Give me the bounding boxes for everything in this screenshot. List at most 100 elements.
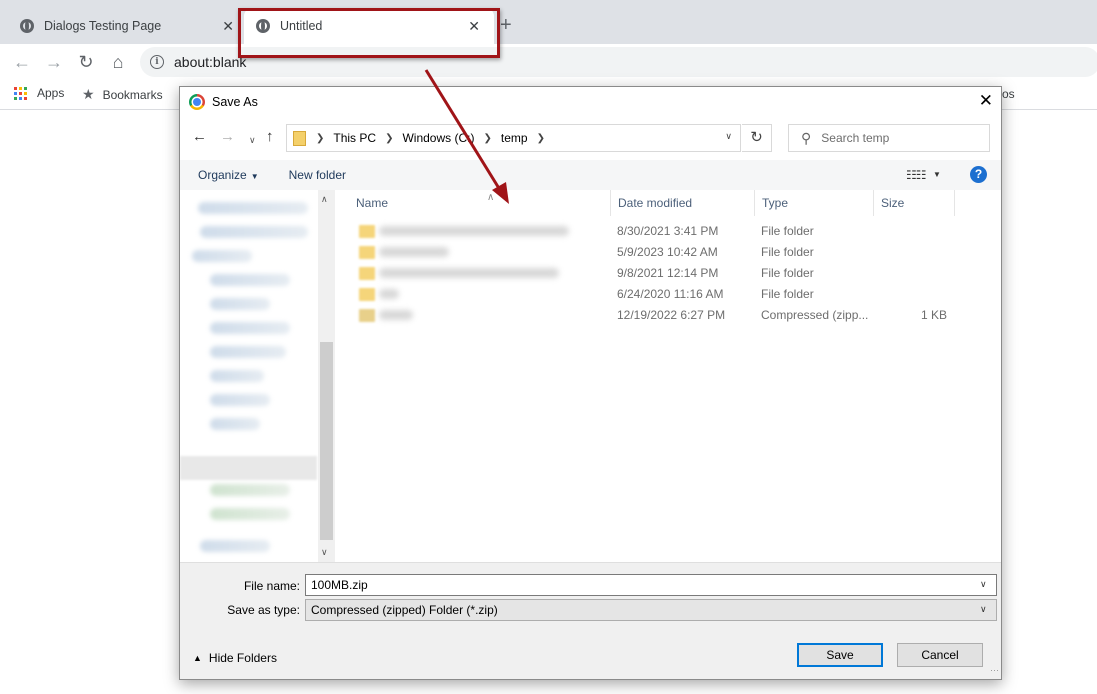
forward-arrow-icon[interactable]: →: [220, 128, 235, 146]
caret-up-icon: ▲: [193, 653, 202, 663]
file-list-pane[interactable]: Name ∧ Date modified Type Size 8/30/2021…: [337, 190, 1001, 562]
reload-icon[interactable]: ↻: [74, 50, 98, 74]
nav-item[interactable]: [210, 370, 264, 382]
file-name-input[interactable]: [305, 574, 997, 596]
file-row[interactable]: 6/24/2020 11:16 AM File folder: [349, 284, 955, 305]
nav-item[interactable]: [210, 274, 290, 286]
nav-item[interactable]: [198, 202, 308, 214]
tab-close-icon[interactable]: ✕: [222, 18, 234, 34]
nav-item[interactable]: [210, 418, 260, 430]
breadcrumb[interactable]: ❯ This PC ❯ Windows (C:) ❯ temp ❯ ∨: [286, 124, 741, 152]
apps-grid-dot: [24, 86, 27, 90]
breadcrumb-item[interactable]: This PC: [333, 131, 376, 145]
forward-arrow-icon[interactable]: →: [42, 50, 66, 74]
refresh-icon[interactable]: ↻: [742, 124, 772, 152]
column-label: Name: [356, 196, 389, 210]
column-header-size[interactable]: Size: [874, 190, 955, 216]
apps-grid-dot: [24, 96, 27, 100]
caret-down-icon: ▼: [250, 172, 259, 181]
recent-locations-chevron-icon[interactable]: ∨: [249, 131, 256, 149]
cancel-button[interactable]: Cancel: [897, 643, 983, 667]
nav-item-selected[interactable]: [180, 456, 317, 480]
nav-item[interactable]: [210, 298, 270, 310]
chevron-down-icon[interactable]: ∨: [725, 131, 732, 142]
dialog-bottom-area: File name: ∨ Save as type: Compressed (z…: [180, 562, 1001, 679]
bookmark-label: Apps: [37, 86, 65, 100]
chevron-right-icon[interactable]: ❯: [385, 133, 393, 144]
up-arrow-icon[interactable]: ↑: [266, 128, 274, 146]
file-row[interactable]: 8/30/2021 3:41 PM File folder: [349, 221, 955, 242]
nav-item[interactable]: [192, 250, 252, 262]
file-row[interactable]: 12/19/2022 6:27 PM Compressed (zipp... 1…: [349, 305, 955, 326]
chevron-down-icon[interactable]: ∨: [980, 604, 987, 615]
nav-item[interactable]: [200, 540, 270, 552]
save-type-select[interactable]: Compressed (zipped) Folder (*.zip): [305, 599, 997, 621]
breadcrumb-item[interactable]: Windows (C:): [402, 131, 474, 145]
new-tab-button[interactable]: +: [500, 14, 512, 36]
file-type: Compressed (zipp...: [761, 308, 869, 322]
column-header-date[interactable]: Date modified: [611, 190, 755, 216]
chevron-right-icon[interactable]: ❯: [316, 133, 324, 144]
breadcrumb-item[interactable]: temp: [501, 131, 528, 145]
column-header-name[interactable]: Name ∧: [349, 190, 611, 216]
bookmark-bookmarks[interactable]: ★ Bookmarks: [82, 86, 163, 103]
folder-icon: [359, 225, 375, 238]
back-arrow-icon[interactable]: ←: [192, 128, 207, 146]
file-row[interactable]: 5/9/2023 10:42 AM File folder: [349, 242, 955, 263]
tab-title: Dialogs Testing Page: [44, 19, 162, 33]
resize-grip-icon[interactable]: ⋯: [990, 665, 999, 676]
apps-grid-dot: [19, 91, 22, 95]
scroll-up-icon[interactable]: ∧: [321, 194, 328, 205]
nav-item[interactable]: [210, 508, 290, 520]
file-date: 5/9/2023 10:42 AM: [617, 245, 718, 259]
nav-item[interactable]: [200, 226, 308, 238]
scroll-down-icon[interactable]: ∨: [321, 547, 328, 558]
folder-icon: [359, 267, 375, 280]
column-headers: Name ∧ Date modified Type Size: [337, 190, 1001, 216]
caret-down-icon[interactable]: ▼: [933, 170, 941, 179]
chrome-logo-icon: [189, 94, 205, 110]
hide-folders-toggle[interactable]: ▲ Hide Folders: [193, 651, 277, 665]
apps-grid-dot: [14, 96, 17, 100]
chevron-down-icon[interactable]: ∨: [980, 579, 987, 590]
navigation-pane[interactable]: ∧ ∨: [180, 190, 335, 562]
dialog-address-row: ← → ∨ ↑ ❯ This PC ❯ Windows (C:) ❯ temp …: [180, 121, 1001, 155]
new-folder-button[interactable]: New folder: [289, 168, 346, 182]
file-name-redacted: [379, 310, 413, 320]
folder-icon: [359, 246, 375, 259]
scrollbar-thumb[interactable]: [320, 342, 333, 540]
tab-untitled[interactable]: Untitled ✕: [244, 8, 494, 44]
dialog-titlebar[interactable]: Save As ✕: [180, 87, 1001, 117]
file-type: File folder: [761, 245, 814, 259]
nav-item[interactable]: [210, 322, 290, 334]
tab-close-icon[interactable]: ✕: [468, 18, 480, 34]
nav-item[interactable]: [210, 394, 270, 406]
file-name-redacted: [379, 226, 569, 236]
view-options-icon[interactable]: ☷☷: [906, 168, 926, 182]
apps-grid-dot: [24, 91, 27, 95]
address-bar[interactable]: i about:blank: [140, 47, 1097, 77]
chevron-right-icon[interactable]: ❯: [483, 133, 491, 144]
nav-item[interactable]: [210, 346, 286, 358]
dialog-title: Save As: [212, 95, 258, 109]
nav-item[interactable]: [210, 484, 290, 496]
organize-button[interactable]: Organize ▼: [198, 168, 259, 182]
sort-caret-icon: ∧: [487, 192, 495, 203]
help-icon[interactable]: ?: [970, 166, 987, 183]
tab-dialogs-testing-page[interactable]: Dialogs Testing Page ✕: [8, 8, 248, 44]
save-button[interactable]: Save: [797, 643, 883, 667]
apps-grid-dot: [14, 86, 17, 90]
folder-icon: [293, 130, 306, 146]
info-icon[interactable]: i: [150, 55, 164, 69]
file-name-redacted: [379, 247, 449, 257]
nav-scrollbar[interactable]: ∧ ∨: [318, 190, 335, 562]
home-icon[interactable]: ⌂: [106, 50, 130, 74]
file-row[interactable]: 9/8/2021 12:14 PM File folder: [349, 263, 955, 284]
bookmark-apps[interactable]: Apps: [14, 86, 64, 100]
chevron-right-icon[interactable]: ❯: [537, 133, 545, 144]
folder-icon: [359, 288, 375, 301]
dialog-close-icon[interactable]: ✕: [979, 91, 993, 111]
search-input[interactable]: ⚲ Search temp: [788, 124, 990, 152]
column-header-type[interactable]: Type: [755, 190, 874, 216]
back-arrow-icon[interactable]: ←: [10, 50, 34, 74]
